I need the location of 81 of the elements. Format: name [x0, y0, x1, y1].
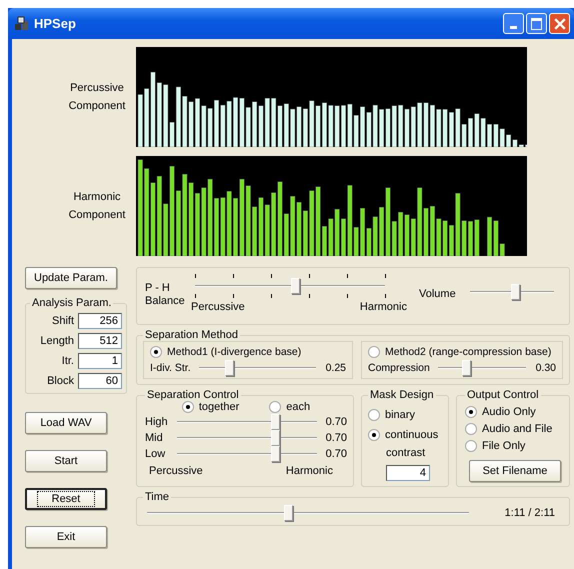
minimize-button[interactable]	[503, 13, 524, 34]
set-filename-button[interactable]: Set Filename	[469, 460, 561, 482]
group-title: Separation Method	[144, 329, 239, 341]
radio-button[interactable]	[368, 429, 380, 441]
radio-button[interactable]	[465, 440, 477, 452]
slider-end-label: Harmonic	[360, 301, 407, 313]
input-field[interactable]: 4	[386, 465, 430, 481]
group-title: Analysis Param.	[31, 297, 112, 309]
slider-thumb[interactable]	[284, 505, 293, 521]
input-field[interactable]: 256	[78, 313, 122, 329]
update-param-button[interactable]: Update Param.	[25, 267, 117, 289]
radio-label: File Only	[482, 440, 526, 452]
radio-button[interactable]	[368, 346, 380, 358]
slider-label: Compression	[368, 362, 430, 374]
slider-end-label: Percussive	[149, 465, 203, 477]
input-field[interactable]: 1	[78, 353, 122, 369]
slider-value: 0.25	[324, 362, 346, 374]
radio-label: Audio and File	[482, 423, 552, 435]
group-title: Separation Control	[146, 389, 240, 401]
field-label: Itr.	[62, 355, 74, 367]
radio-label: each	[286, 401, 310, 413]
slider-end-label: Harmonic	[286, 465, 333, 477]
slider[interactable]	[195, 278, 385, 294]
radio-label: binary	[385, 409, 415, 421]
radio-label: Method1 (I-divergence base)	[167, 346, 302, 358]
slider[interactable]	[177, 414, 317, 430]
radio-button[interactable]	[465, 423, 477, 435]
radio-label: Audio Only	[482, 406, 536, 418]
action-button[interactable]: Load WAV	[25, 412, 107, 434]
slider-thumb[interactable]	[462, 360, 471, 376]
slider[interactable]	[147, 505, 469, 521]
group-title: Mask Design	[369, 389, 435, 401]
slider-label: Mid	[145, 432, 164, 444]
input-field[interactable]: 512	[78, 333, 122, 349]
window-title: HPSep	[34, 16, 77, 31]
radio-button[interactable]	[182, 401, 194, 413]
slider-value: 0.70	[325, 432, 347, 444]
action-button[interactable]: Reset	[25, 488, 107, 510]
action-button[interactable]: Start	[25, 450, 107, 472]
slider-value: 0.70	[325, 448, 347, 460]
field-label: Shift	[52, 315, 74, 327]
radio-button[interactable]	[465, 406, 477, 418]
slider-label: Low	[145, 448, 166, 460]
radio-label: continuous	[385, 429, 438, 441]
slider-end-label: Percussive	[191, 301, 245, 313]
slider[interactable]	[177, 430, 317, 446]
group-title: Time	[144, 491, 170, 503]
radio-label: Method2 (range-compression base)	[385, 346, 552, 358]
close-button[interactable]	[549, 13, 570, 34]
slider-thumb[interactable]	[271, 446, 280, 462]
contrast-label: contrast	[386, 447, 426, 459]
slider[interactable]	[198, 360, 316, 376]
balance-label: P - H Balance	[145, 282, 186, 308]
slider-label: High	[145, 416, 169, 428]
slider-thumb[interactable]	[510, 284, 520, 300]
display-label: Harmonic Component	[68, 190, 126, 223]
slider-thumb[interactable]	[271, 414, 280, 430]
slider-value: 0.30	[534, 362, 556, 374]
slider-thumb[interactable]	[290, 278, 300, 294]
radio-button[interactable]	[150, 346, 162, 358]
slider[interactable]	[177, 446, 317, 462]
input-field[interactable]: 60	[78, 373, 122, 389]
volume-label: Volume	[419, 288, 456, 300]
radio-button[interactable]	[269, 401, 282, 413]
maximize-button[interactable]	[526, 13, 547, 34]
slider[interactable]	[470, 284, 554, 300]
app-icon	[14, 16, 30, 32]
slider-value: 0.70	[325, 416, 347, 428]
time-reading: 1:11 / 2:11	[504, 507, 555, 519]
field-label: Block	[47, 375, 74, 387]
radio-button[interactable]	[368, 409, 380, 421]
radio-label: together	[198, 401, 240, 413]
field-label: Length	[40, 335, 74, 347]
slider[interactable]	[438, 360, 526, 376]
slider-thumb[interactable]	[225, 360, 234, 376]
slider-label: I-div. Str.	[150, 362, 191, 374]
close-icon	[554, 18, 566, 30]
display-label: Percussive Component	[68, 81, 126, 114]
slider-thumb[interactable]	[271, 430, 280, 446]
action-button[interactable]: Exit	[25, 526, 107, 548]
group-title: Output Control	[466, 389, 540, 401]
